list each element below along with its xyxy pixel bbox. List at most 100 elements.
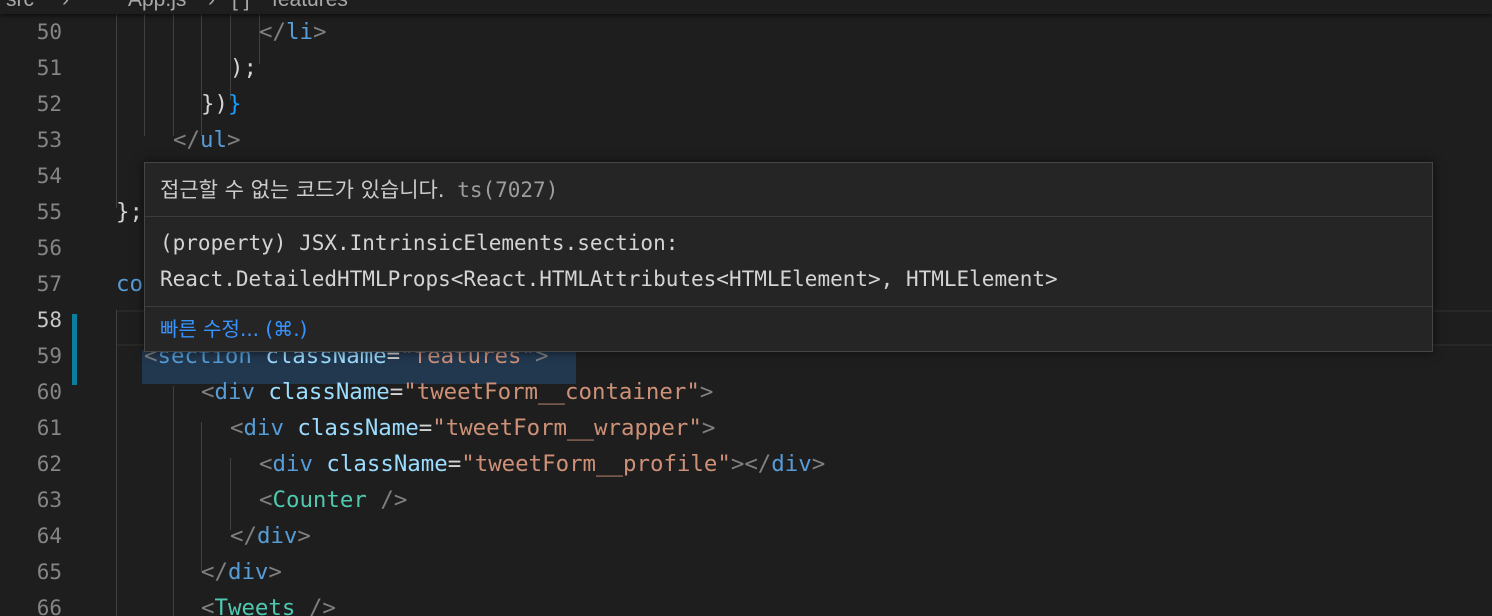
code-token: </ xyxy=(201,559,228,585)
breadcrumb: src › App.js › [ ] features xyxy=(0,0,1492,14)
code-line[interactable]: 63 <Counter /> xyxy=(0,482,1492,518)
line-code[interactable]: <div className="tweetForm__wrapper"> xyxy=(230,410,715,446)
code-token: className xyxy=(326,451,448,477)
line-code[interactable]: }; xyxy=(116,194,143,230)
breadcrumb-separator: › xyxy=(208,0,215,12)
hover-diagnostic: 접근할 수 없는 코드가 있습니다. ts(7027) xyxy=(145,163,1432,217)
line-number[interactable]: 56 xyxy=(0,230,62,266)
code-token: div xyxy=(243,415,284,441)
code-token: /> xyxy=(366,487,408,513)
line-code[interactable]: <div className="tweetForm__container"> xyxy=(201,374,713,410)
line-number[interactable]: 59 xyxy=(0,338,62,374)
line-number[interactable]: 50 xyxy=(0,14,62,50)
code-token: </ xyxy=(173,127,200,153)
code-token: > xyxy=(226,127,241,153)
code-token: ); xyxy=(230,55,257,81)
line-number[interactable]: 60 xyxy=(0,374,62,410)
code-token: className xyxy=(297,415,419,441)
line-code[interactable]: <Tweets /> xyxy=(201,590,336,616)
line-code[interactable]: </ul> xyxy=(173,122,240,158)
code-token: div xyxy=(214,379,255,405)
code-token: Counter xyxy=(272,487,367,513)
code-token: > xyxy=(701,415,716,441)
line-number[interactable]: 51 xyxy=(0,50,62,86)
code-token: div xyxy=(272,451,313,477)
line-number[interactable]: 58 xyxy=(0,302,62,338)
line-number[interactable]: 57 xyxy=(0,266,62,302)
line-number[interactable]: 66 xyxy=(0,590,62,616)
code-token: ul xyxy=(199,127,227,153)
breadcrumb-symbol[interactable]: features xyxy=(272,0,348,12)
code-line[interactable]: 64 </div> xyxy=(0,518,1492,554)
line-code[interactable]: </div> xyxy=(201,554,282,590)
breadcrumb-separator: › xyxy=(62,0,69,12)
code-token: > xyxy=(268,559,282,585)
line-number[interactable]: 54 xyxy=(0,158,62,194)
breadcrumb-file[interactable]: App.js xyxy=(128,0,186,12)
code-line[interactable]: 52})} xyxy=(0,86,1492,122)
line-number[interactable]: 63 xyxy=(0,482,62,518)
code-token: ></ xyxy=(730,451,772,477)
code-token: }) xyxy=(201,91,228,117)
code-token: div xyxy=(227,559,269,585)
code-token: </ xyxy=(230,523,257,549)
signature-line: (property) JSX.IntrinsicElements.section… xyxy=(160,231,679,255)
line-code[interactable]: co xyxy=(116,266,143,302)
signature-line: React.DetailedHTMLProps<React.HTMLAttrib… xyxy=(160,267,1058,291)
breadcrumb-folder[interactable]: src xyxy=(6,0,34,12)
code-token: className xyxy=(268,379,390,405)
code-token: > xyxy=(312,19,327,45)
code-token: "tweetForm__container" xyxy=(403,379,700,405)
code-line[interactable]: 51); xyxy=(0,50,1492,86)
line-number[interactable]: 65 xyxy=(0,554,62,590)
code-token: }; xyxy=(116,199,143,225)
code-line[interactable]: 50 </li> xyxy=(0,14,1492,50)
code-token: > xyxy=(297,523,311,549)
line-code[interactable]: </div> xyxy=(230,518,311,554)
code-token: "tweetForm__wrapper" xyxy=(432,415,702,441)
code-token: > xyxy=(699,379,714,405)
code-line[interactable]: 60 <div className="tweetForm__container"> xyxy=(0,374,1492,410)
line-number[interactable]: 64 xyxy=(0,518,62,554)
code-token: < xyxy=(259,451,273,477)
hover-signature: (property) JSX.IntrinsicElements.section… xyxy=(145,217,1432,307)
code-line[interactable]: 53 </ul> xyxy=(0,122,1492,158)
line-number[interactable]: 62 xyxy=(0,446,62,482)
code-token: "tweetForm__profile" xyxy=(461,451,731,477)
line-code[interactable]: <Counter /> xyxy=(259,482,407,518)
code-line[interactable]: 66 <Tweets /> xyxy=(0,590,1492,616)
diagnostic-code: ts(7027) xyxy=(457,178,559,202)
line-code[interactable]: <div className="tweetForm__profile"></di… xyxy=(259,446,825,482)
code-token: < xyxy=(259,487,273,513)
hover-actions: 빠른 수정... (⌘.) xyxy=(145,307,1432,351)
code-token: /> xyxy=(295,595,336,616)
line-number[interactable]: 53 xyxy=(0,122,62,158)
hover-tooltip: 접근할 수 없는 코드가 있습니다. ts(7027) (property) J… xyxy=(144,162,1433,352)
code-token: } xyxy=(227,91,242,117)
code-line[interactable]: 65 </div> xyxy=(0,554,1492,590)
quick-fix-link[interactable]: 빠른 수정... (⌘.) xyxy=(160,311,307,347)
code-line[interactable]: 61 <div className="tweetForm__wrapper"> xyxy=(0,410,1492,446)
code-token: > xyxy=(811,451,826,477)
code-editor[interactable]: src › App.js › [ ] features 49</div>50</… xyxy=(0,0,1492,616)
line-code[interactable]: </li> xyxy=(259,14,326,50)
line-number[interactable]: 52 xyxy=(0,86,62,122)
line-code[interactable]: })} xyxy=(201,86,241,122)
code-token: co xyxy=(116,271,143,297)
code-token: = xyxy=(447,451,462,477)
code-token: < xyxy=(201,379,215,405)
line-code[interactable]: ); xyxy=(230,50,257,86)
code-token: Tweets xyxy=(214,595,296,616)
line-number[interactable]: 55 xyxy=(0,194,62,230)
code-token: = xyxy=(389,379,404,405)
code-token: li xyxy=(285,19,313,45)
code-token: < xyxy=(230,415,244,441)
code-token: div xyxy=(256,523,298,549)
code-token: = xyxy=(418,415,433,441)
code-line[interactable]: 62 <div className="tweetForm__profile"></… xyxy=(0,446,1492,482)
code-token: < xyxy=(201,595,215,616)
line-number[interactable]: 61 xyxy=(0,410,62,446)
